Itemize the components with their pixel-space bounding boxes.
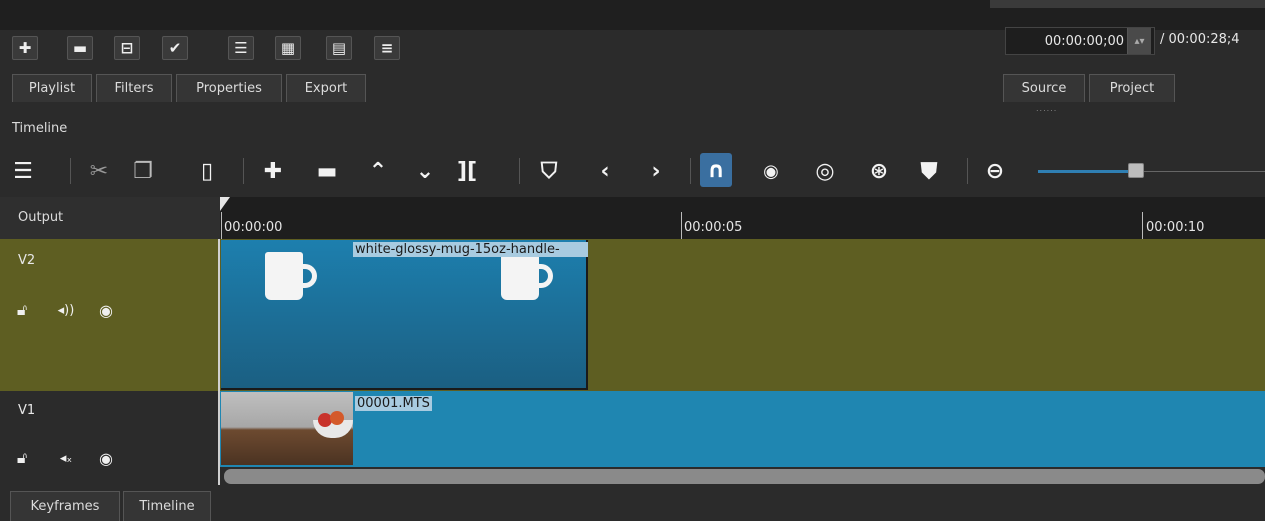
- ripple-icon[interactable]: ◎: [810, 156, 840, 186]
- mug-image: [501, 252, 539, 300]
- tab-properties[interactable]: Properties: [176, 74, 282, 102]
- audio-icon[interactable]: ◂)): [56, 300, 76, 320]
- ruler-tick: [221, 212, 222, 239]
- track-name-v1: V1: [18, 403, 36, 418]
- output-label: Output: [18, 210, 64, 225]
- toolbar-separator: [967, 158, 968, 184]
- ruler-label: 00:00:00: [224, 220, 283, 235]
- previous-icon[interactable]: ‹: [590, 156, 620, 186]
- menu-icon[interactable]: ☰: [8, 156, 38, 186]
- toolbar-separator: [243, 158, 244, 184]
- append-icon[interactable]: ✚: [258, 156, 288, 186]
- clip-mug[interactable]: [221, 240, 588, 390]
- apply-button[interactable]: ✔: [162, 36, 188, 60]
- tab-filters[interactable]: Filters: [96, 74, 172, 102]
- ripple-all-icon[interactable]: ⊛: [864, 156, 894, 186]
- cut-icon[interactable]: ✂: [84, 156, 114, 186]
- tab-keyframes[interactable]: Keyframes: [10, 491, 120, 521]
- next-icon[interactable]: ›: [641, 156, 671, 186]
- tab-playlist[interactable]: Playlist: [12, 74, 92, 102]
- mug-image: [265, 252, 303, 300]
- tab-source[interactable]: Source: [1003, 74, 1085, 102]
- icon-view-button[interactable]: ▦: [275, 36, 301, 60]
- fruit-image: [330, 411, 344, 425]
- add-button[interactable]: ✚: [12, 36, 38, 60]
- zoom-out-icon[interactable]: ⊖: [980, 156, 1010, 186]
- remove-icon[interactable]: ▬: [312, 156, 342, 186]
- overwrite-icon[interactable]: ⌄: [410, 156, 440, 186]
- snap-icon[interactable]: ∩: [700, 153, 732, 187]
- scrub-icon[interactable]: ◉: [756, 156, 786, 186]
- ruler-label: 00:00:05: [684, 220, 743, 235]
- lock-icon[interactable]: 🔓︎: [12, 300, 32, 320]
- splitter-handle[interactable]: ......: [1036, 104, 1057, 113]
- mute-icon[interactable]: ◂ₓ: [56, 448, 76, 468]
- lift-icon[interactable]: ⌃: [363, 156, 393, 186]
- menu-button[interactable]: ≡: [374, 36, 400, 60]
- toolbar-separator: [70, 158, 71, 184]
- remove-button[interactable]: ▬: [67, 36, 93, 60]
- ruler-tick: [681, 212, 682, 239]
- scrollbar-thumb[interactable]: [224, 469, 1265, 484]
- list-view-button[interactable]: ☰: [228, 36, 254, 60]
- detail-view-button[interactable]: ▤: [326, 36, 352, 60]
- tab-export[interactable]: Export: [286, 74, 366, 102]
- split-icon[interactable]: ][: [452, 156, 482, 186]
- tab-timeline[interactable]: Timeline: [123, 491, 211, 521]
- clip-label: 00001.MTS: [355, 396, 432, 411]
- update-button[interactable]: ⊟: [114, 36, 140, 60]
- toolbar-separator: [519, 158, 520, 184]
- timeline-ruler[interactable]: [220, 197, 1265, 239]
- mug-handle-image: [537, 264, 553, 288]
- copy-icon[interactable]: ❐: [128, 156, 158, 186]
- total-duration: / 00:00:28;4: [1160, 32, 1240, 47]
- mug-handle-image: [301, 264, 317, 288]
- timeline-dock-title: Timeline: [12, 121, 68, 136]
- timecode-spinner[interactable]: ▴▾: [1127, 28, 1151, 54]
- clip-label: white-glossy-mug-15oz-handle-: [353, 242, 588, 257]
- zoom-slider-handle[interactable]: [1128, 163, 1144, 178]
- zoom-slider-fill[interactable]: [1038, 170, 1133, 173]
- eye-icon[interactable]: ◉: [96, 448, 116, 468]
- paste-icon[interactable]: ▯: [192, 156, 222, 186]
- toolbar-separator: [690, 158, 691, 184]
- playhead[interactable]: [220, 197, 230, 211]
- eye-icon[interactable]: ◉: [96, 300, 116, 320]
- ripple-markers-icon[interactable]: ⛊: [914, 156, 944, 186]
- tab-project[interactable]: Project: [1089, 74, 1175, 102]
- ruler-tick: [1142, 212, 1143, 239]
- track-name-v2: V2: [18, 253, 36, 268]
- lock-icon[interactable]: 🔓︎: [12, 448, 32, 468]
- player-ruler-strip: [990, 0, 1265, 8]
- zoom-slider-track[interactable]: [1133, 171, 1265, 172]
- track-divider: [218, 239, 220, 485]
- ruler-label: 00:00:10: [1146, 220, 1205, 235]
- marker-icon[interactable]: ⛉: [534, 156, 564, 186]
